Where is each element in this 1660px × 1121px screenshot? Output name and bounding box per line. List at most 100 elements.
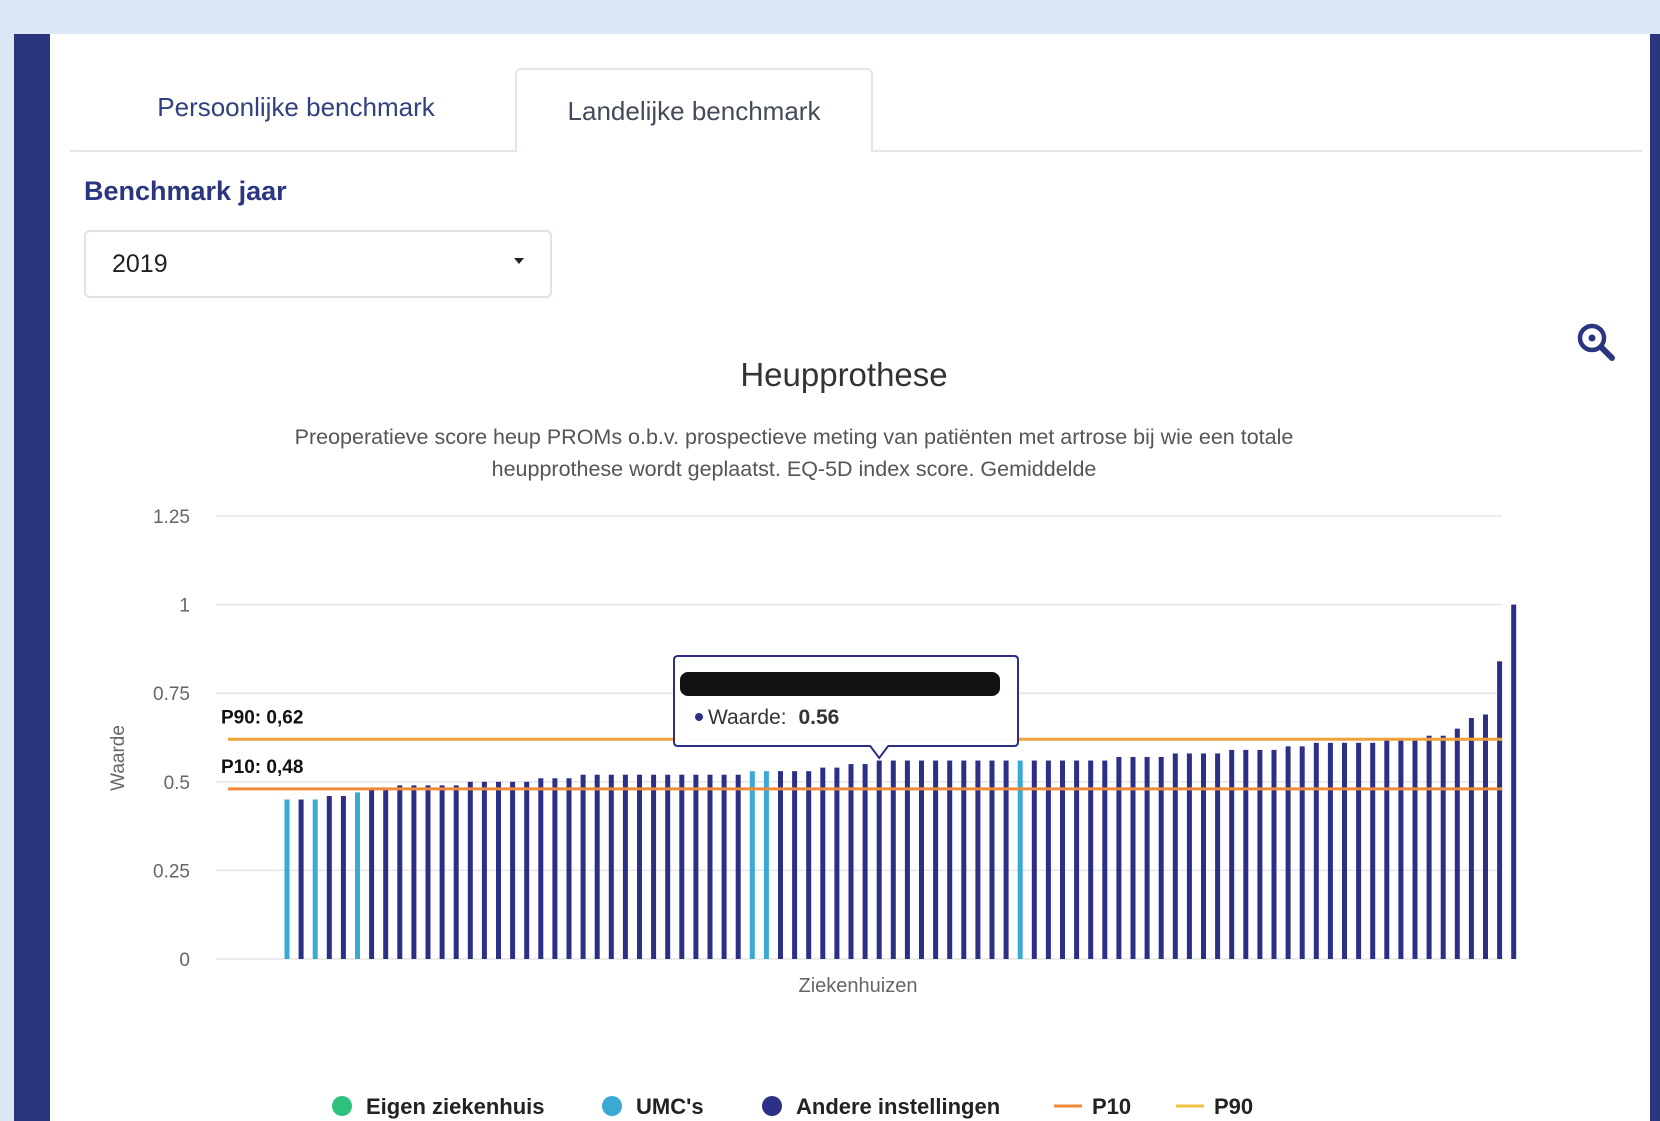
bar-hospital[interactable] (538, 778, 544, 959)
bar-hospital[interactable] (637, 774, 642, 959)
chart-subtitle-line-1: Preoperatieve score heup PROMs o.b.v. pr… (295, 425, 1294, 449)
bar-hospital[interactable] (1412, 739, 1418, 959)
y-tick-label: 0 (179, 950, 190, 971)
bar-hospital[interactable] (862, 764, 868, 959)
bar-hospital[interactable] (1130, 756, 1136, 959)
y-tick-label: 0.5 (164, 773, 190, 794)
tooltip-series-label: Waarde: (708, 706, 787, 729)
legend-dot-icon (332, 1096, 352, 1116)
bar-hospital[interactable] (622, 774, 628, 959)
bar-hospital[interactable] (524, 781, 530, 959)
legend-item-umc-s[interactable]: UMC's (602, 1094, 704, 1119)
bar-hospital[interactable] (749, 771, 755, 959)
y-tick-label: 1.25 (153, 507, 190, 528)
legend-item-p90[interactable]: P90 (1176, 1094, 1253, 1119)
bar-hospital[interactable] (326, 795, 332, 959)
benchmark-chart: Heupprothese Preoperatieve score heup PR… (108, 356, 1517, 1119)
bar-hospital[interactable] (340, 795, 346, 959)
bar-hospital[interactable] (1384, 739, 1390, 959)
bar-hospital[interactable] (510, 781, 516, 959)
bar-hospital[interactable] (1271, 749, 1277, 959)
bar-hospital[interactable] (834, 767, 840, 959)
bar-hospital[interactable] (1454, 728, 1460, 959)
bar-hospital[interactable] (397, 785, 403, 959)
bar-hospital[interactable] (1172, 753, 1178, 959)
bar-hospital[interactable] (1398, 739, 1404, 959)
bar-hospital[interactable] (707, 774, 713, 959)
bar-hospital[interactable] (552, 778, 558, 959)
bar-hospital[interactable] (1215, 753, 1221, 959)
y-tick-label: 0.75 (153, 684, 190, 705)
bar-hospital[interactable] (1483, 714, 1488, 959)
bar-hospital[interactable] (735, 774, 741, 959)
bar-hospital[interactable] (496, 781, 501, 959)
bar-hospital[interactable] (1356, 742, 1362, 959)
bar-hospital[interactable] (1229, 749, 1235, 959)
bar-hospital[interactable] (1468, 718, 1474, 959)
bar-hospital[interactable] (312, 799, 318, 959)
bar-hospital[interactable] (369, 788, 375, 959)
legend-item-eigen-ziekenhuis[interactable]: Eigen ziekenhuis (332, 1094, 545, 1119)
legend-dot-icon (762, 1096, 782, 1116)
bar-hospital[interactable] (411, 785, 417, 959)
bar-hospital[interactable] (778, 771, 783, 959)
bar-hospital[interactable] (792, 771, 798, 959)
bar-hospital[interactable] (763, 771, 769, 959)
bar-hospital[interactable] (1186, 753, 1192, 959)
bar-hospital[interactable] (1299, 746, 1305, 959)
bar-hospital[interactable] (1327, 742, 1333, 959)
legend-label: P10 (1092, 1094, 1131, 1119)
bar-hospital[interactable] (1243, 749, 1249, 959)
bar-hospital[interactable] (1370, 742, 1376, 959)
bar-hospital[interactable] (1497, 661, 1503, 959)
bar-hospital[interactable] (1116, 756, 1122, 959)
chart-legend: Eigen ziekenhuis UMC's Andere instellingen… (332, 1094, 1253, 1119)
bar-hospital[interactable] (721, 774, 727, 959)
legend-item-andere-instellingen[interactable]: Andere instellingen (762, 1094, 1000, 1119)
chart-title: Heupprothese (740, 356, 947, 393)
bar-hospital[interactable] (1511, 604, 1517, 959)
bar-hospital[interactable] (1158, 756, 1164, 959)
legend-label: Andere instellingen (796, 1094, 1000, 1119)
bar-hospital[interactable] (425, 785, 431, 959)
bar-hospital[interactable] (820, 767, 826, 959)
bar-hospital[interactable] (566, 778, 572, 959)
bar-hospital[interactable] (467, 781, 473, 959)
bar-hospital[interactable] (1426, 735, 1432, 959)
bar-hospital[interactable] (355, 792, 360, 959)
bar-hospital[interactable] (298, 799, 304, 959)
bar-hospital[interactable] (1144, 756, 1150, 959)
legend-item-p10[interactable]: P10 (1054, 1094, 1131, 1119)
bar-hospital[interactable] (383, 788, 389, 959)
chart-tooltip: Waarde: 0.56 (673, 655, 1019, 760)
bar-hospital[interactable] (651, 774, 657, 959)
bar-hospital[interactable] (1201, 753, 1206, 959)
redacted-hospital-name (680, 672, 1000, 696)
bar-hospital[interactable] (284, 799, 290, 959)
svg-text:Waarde: 0.56: Waarde: 0.56 (708, 706, 839, 729)
bar-hospital[interactable] (806, 771, 812, 959)
bar-hospital[interactable] (665, 774, 671, 959)
legend-dot-icon (602, 1096, 622, 1116)
chart-subtitle-line-2: heupprothese wordt geplaatst. EQ-5D inde… (492, 457, 1097, 481)
bar-hospital[interactable] (679, 774, 685, 959)
y-tick-label: 1 (179, 596, 190, 617)
bar-hospital[interactable] (481, 781, 487, 959)
reference-line-label-p90: P90: 0,62 (221, 707, 303, 728)
tooltip-series-dot (695, 713, 703, 721)
bar-hospital[interactable] (1342, 742, 1347, 959)
y-axis-title: Waarde (108, 725, 129, 791)
bar-hospital[interactable] (594, 774, 600, 959)
legend-label: Eigen ziekenhuis (366, 1094, 545, 1119)
bar-hospital[interactable] (608, 774, 614, 959)
bar-hospital[interactable] (1257, 749, 1263, 959)
bar-hospital[interactable] (453, 785, 459, 959)
bar-hospital[interactable] (1285, 746, 1291, 959)
bar-hospital[interactable] (439, 785, 445, 959)
bar-hospital[interactable] (1313, 742, 1319, 959)
bar-hospital[interactable] (848, 764, 854, 959)
bar-hospital[interactable] (1440, 735, 1446, 959)
reference-line-label-p10: P10: 0,48 (221, 757, 303, 778)
bar-hospital[interactable] (580, 774, 586, 959)
bar-hospital[interactable] (693, 774, 699, 959)
